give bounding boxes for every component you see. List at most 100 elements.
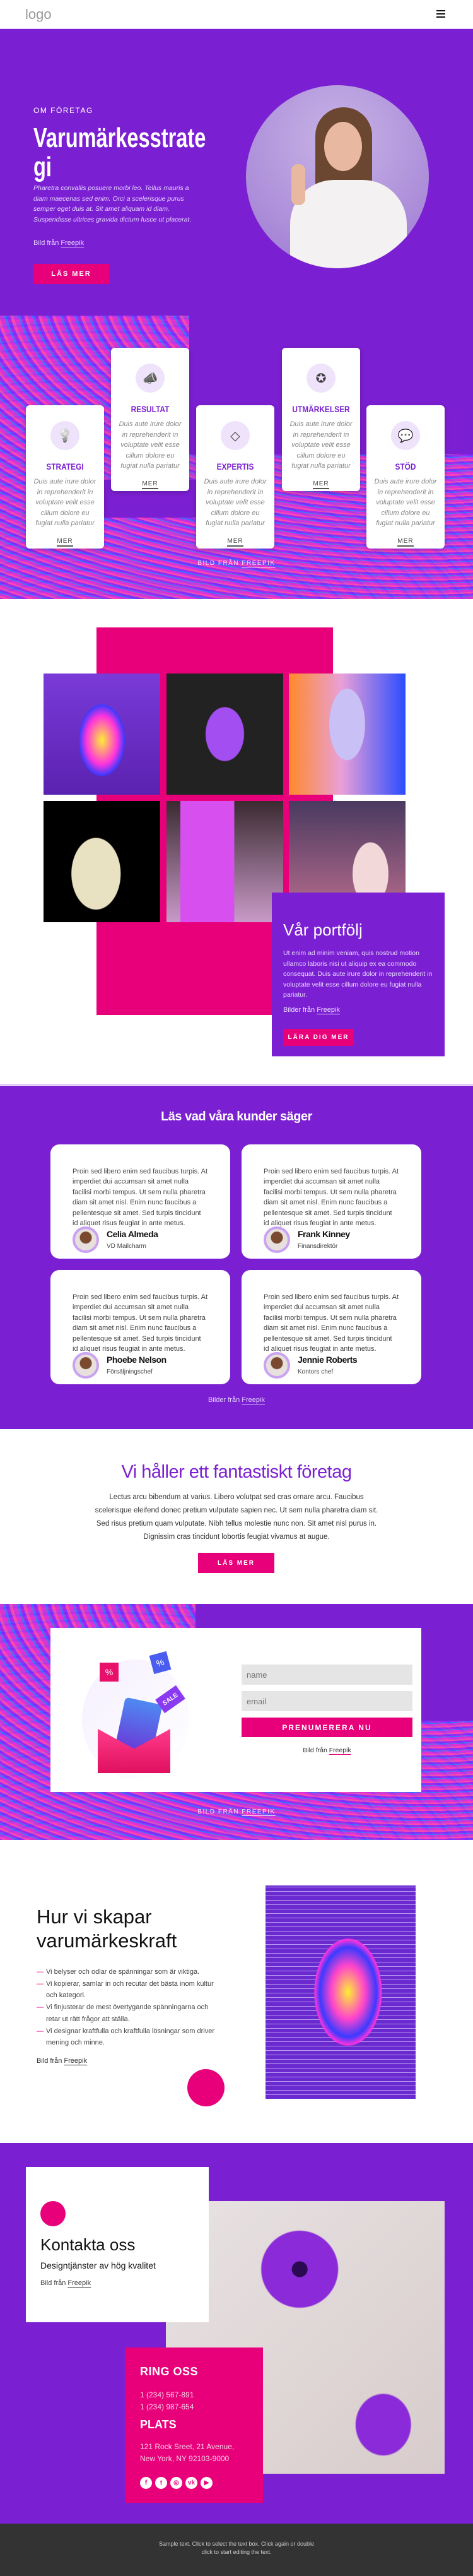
freepik-link[interactable]: Freepik (242, 1396, 265, 1404)
portfolio-image-poster[interactable] (44, 674, 160, 795)
feature-title: RESULTAT (131, 404, 170, 414)
freepik-link[interactable]: Freepik (317, 1006, 340, 1014)
credit-prefix: Bilder från (208, 1396, 240, 1404)
diamond-icon: ◇ (221, 421, 250, 450)
process-item: Vi kopierar, samlar in och recutar det b… (37, 1978, 223, 2002)
portfolio-section: Vår portfölj Ut enim ad minim veniam, qu… (0, 599, 473, 1085)
credit-prefix: Bild från (33, 239, 59, 247)
process-credit: Bild från Freepik (37, 2057, 87, 2065)
testimonial-text: Proin sed libero enim sed faucibus turpi… (73, 1293, 208, 1353)
testimonial-role: VD Mailcharm (107, 1243, 146, 1250)
phone-2[interactable]: 1 (234) 987-654 (140, 2402, 194, 2411)
feature-card-stöd: 💬 STÖD Duis aute irure dolor in reprehen… (366, 405, 445, 549)
portfolio-title: Vår portfölj (283, 920, 363, 939)
hero-section: OM FÖRETAG Varumärkesstrategi Pharetra c… (0, 29, 473, 316)
portfolio-image-sign-mockup[interactable] (166, 801, 283, 922)
freepik-link[interactable]: Freepik (61, 239, 84, 247)
portfolio-credit: Bilder från Freepik (283, 1006, 340, 1014)
name-input[interactable] (242, 1665, 412, 1685)
portfolio-image-phone-splash[interactable] (289, 674, 406, 795)
freepik-link[interactable]: FREEPIK (242, 560, 275, 567)
freepik-link[interactable]: Freepik (67, 2279, 91, 2287)
hero-portrait (246, 85, 429, 268)
hand (291, 164, 305, 205)
more-link[interactable]: MER (227, 538, 243, 547)
logo[interactable]: logo (25, 6, 52, 23)
learn-more-button[interactable]: LÄRA DIG MER (283, 1029, 354, 1046)
vk-icon[interactable]: vk (185, 2477, 197, 2489)
more-link[interactable]: MER (142, 480, 158, 489)
lightbulb-hand-icon: 💡 (50, 421, 79, 450)
feature-text: Duis aute irure dolor in reprehenderit i… (289, 420, 353, 470)
features-credit: BILD FRÅN FREEPIK (0, 560, 473, 567)
contact-subtitle: Designtjänster av hög kvalitet (40, 2260, 156, 2270)
hero-text: Pharetra convallis posuere morbi leo. Te… (33, 184, 192, 223)
portfolio-text: Ut enim ad minim veniam, quis nostrud mo… (283, 949, 433, 999)
avatar (73, 1226, 99, 1253)
testimonial-name: Celia Almeda (107, 1229, 158, 1239)
feature-title: UTMÄRKELSER (292, 404, 350, 414)
contact-title: Kontakta oss (40, 2235, 136, 2254)
process-title: Hur vi skapar varumärkeskraft (37, 1906, 177, 1952)
company-title: Vi håller ett fantastiskt företag (121, 1462, 352, 1482)
feature-title: STRATEGI (46, 461, 84, 472)
testimonial-card: Proin sed libero enim sed faucibus turpi… (50, 1270, 230, 1384)
facebook-icon[interactable]: f (140, 2477, 152, 2489)
email-input[interactable] (242, 1691, 412, 1711)
testimonial-text: Proin sed libero enim sed faucibus turpi… (73, 1168, 208, 1228)
credit-prefix: Bild från (303, 1747, 327, 1754)
company-text: Lectus arcu bibendum at varius. Libero v… (95, 1493, 378, 1541)
avatar (264, 1352, 290, 1379)
envelope-illustration: % % SALE (82, 1651, 208, 1786)
subscribe-section: % % SALE PRENUMERERA NU Bild från Freepi… (0, 1604, 473, 1840)
freepik-link[interactable]: FREEPIK (242, 1808, 275, 1815)
footer-text[interactable]: Sample text. Click to select the text bo… (158, 2540, 315, 2556)
portfolio-image-statue[interactable] (44, 801, 160, 922)
hero-title: Varumärkesstrategi (33, 122, 206, 182)
avatar (264, 1226, 290, 1253)
credit-prefix: Bild från (37, 2057, 62, 2065)
read-more-button[interactable]: LÄS MER (33, 264, 109, 284)
footer: Sample text. Click to select the text bo… (0, 2524, 473, 2576)
hero-eyebrow: OM FÖRETAG (33, 106, 93, 115)
feature-text: Duis aute irure dolor in reprehenderit i… (204, 478, 267, 527)
pink-circle-decoration (187, 2069, 225, 2106)
hamburger-icon[interactable] (436, 10, 445, 18)
more-link[interactable]: MER (313, 480, 329, 489)
poster-image (266, 1885, 416, 2099)
subscribe-card: % % SALE PRENUMERERA NU Bild från Freepi… (50, 1628, 421, 1792)
phone-1[interactable]: 1 (234) 567-891 (140, 2390, 194, 2399)
twitter-icon[interactable]: t (155, 2477, 167, 2489)
more-link[interactable]: MER (397, 538, 414, 547)
features-section: 💡 STRATEGI Duis aute irure dolor in repr… (0, 316, 473, 599)
subscribe-button[interactable]: PRENUMERERA NU (242, 1718, 412, 1737)
place-heading: PLATS (140, 2418, 177, 2431)
more-link[interactable]: MER (57, 538, 73, 547)
testimonial-name: Phoebe Nelson (107, 1355, 166, 1365)
process-item: Vi belyser och odlar de spänningar som ä… (37, 1966, 223, 1978)
chat-bubbles-icon: 💬 (391, 421, 420, 450)
contact-card: Kontakta oss Designtjänster av hög kvali… (26, 2167, 209, 2322)
award-badge-icon: ✪ (307, 364, 336, 393)
testimonial-name: Jennie Roberts (298, 1355, 358, 1365)
credit-prefix: Bilder från (283, 1006, 315, 1014)
hero-credit: Bild från Freepik (33, 239, 84, 247)
company-section: Vi håller ett fantastiskt företag Lectus… (0, 1428, 473, 1604)
address-line-1: 121 Rock Sreet, 21 Avenue, (140, 2442, 235, 2451)
sweater (290, 180, 407, 268)
contact-section: Kontakta oss Designtjänster av hög kvali… (0, 2143, 473, 2524)
feature-card-expertis: ◇ EXPERTIS Duis aute irure dolor in repr… (196, 405, 274, 549)
freepik-link[interactable]: Freepik (64, 2057, 87, 2065)
info-card: RING OSS 1 (234) 567-891 1 (234) 987-654… (125, 2347, 263, 2503)
portfolio-image-phone[interactable] (166, 674, 283, 795)
freepik-link[interactable]: Freepik (329, 1747, 351, 1754)
portfolio-card: Vår portfölj Ut enim ad minim veniam, qu… (272, 893, 445, 1057)
subscribe-bg-credit: BILD FRÅN FREEPIK (0, 1808, 473, 1815)
company-read-more-button[interactable]: LÄS MER (198, 1553, 274, 1573)
feature-card-strategi: 💡 STRATEGI Duis aute irure dolor in repr… (26, 405, 104, 549)
pink-dot-decoration (40, 2201, 66, 2226)
feature-card-resultat: 📣 RESULTAT Duis aute irure dolor in repr… (111, 348, 189, 491)
youtube-icon[interactable]: ▶ (201, 2477, 213, 2489)
process-section: Hur vi skapar varumärkeskraft Vi belyser… (0, 1840, 473, 2143)
instagram-icon[interactable]: ◎ (170, 2477, 182, 2489)
